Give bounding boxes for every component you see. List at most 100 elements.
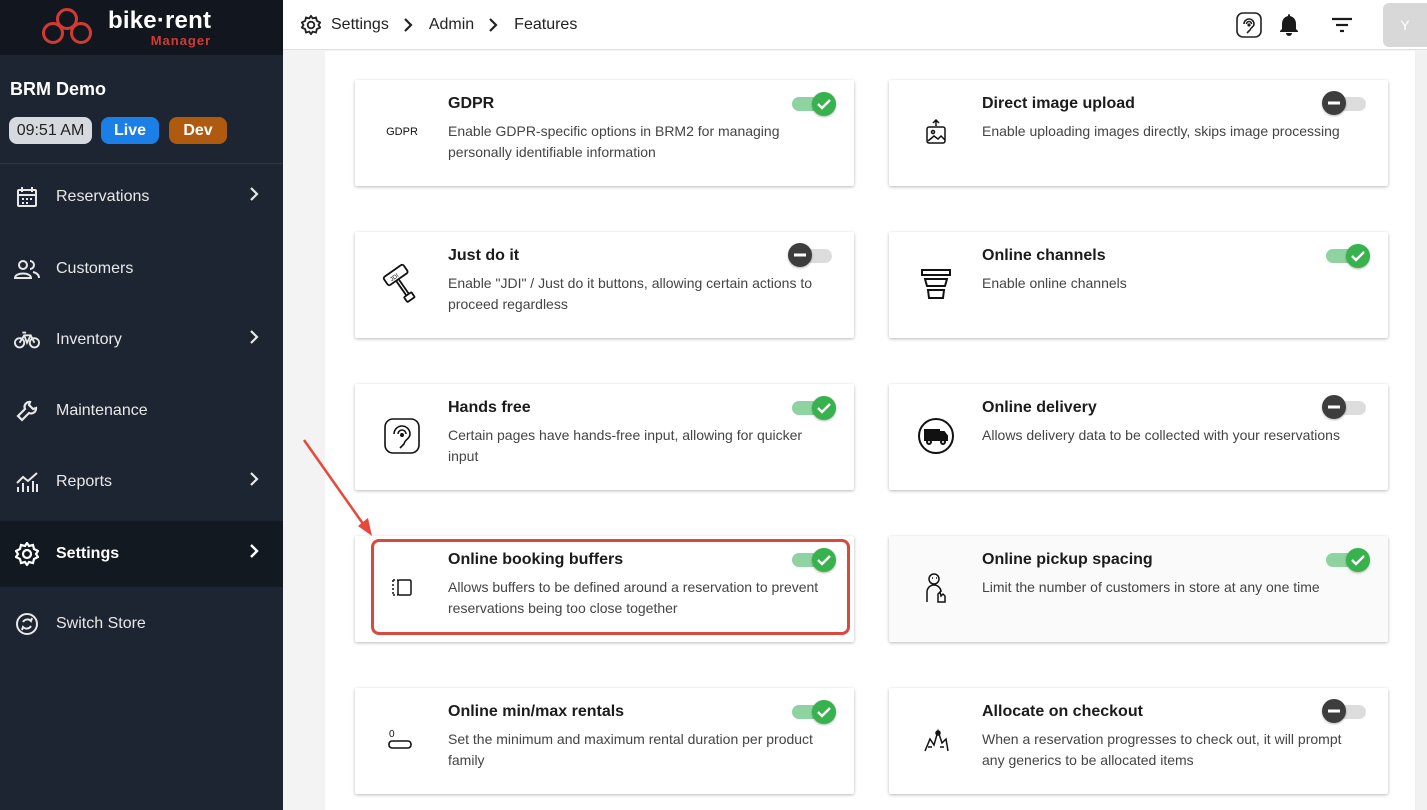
sidebar-item-switch-store[interactable]: Switch Store bbox=[0, 591, 283, 657]
feature-title: Online min/max rentals bbox=[448, 703, 625, 720]
feature-description: Certain pages have hands-free input, all… bbox=[448, 427, 803, 464]
feature-title: Direct image upload bbox=[982, 95, 1135, 112]
feature-description: Enable "JDI" / Just do it buttons, allow… bbox=[448, 275, 813, 312]
feature-card-online-delivery: Online delivery Allows delivery data to … bbox=[889, 384, 1388, 490]
feature-title: GDPR bbox=[448, 95, 495, 112]
sidebar: bike·rent Manager BRM Demo 09:51 AM Live… bbox=[0, 0, 283, 810]
clock-badge: 09:51 AM bbox=[9, 117, 92, 144]
minus-icon bbox=[788, 243, 812, 267]
bell-icon[interactable] bbox=[1279, 13, 1299, 37]
sidebar-item-label: Reports bbox=[56, 473, 113, 490]
minus-icon bbox=[1322, 699, 1346, 723]
calendar-icon bbox=[14, 184, 40, 210]
people-icon bbox=[14, 256, 40, 282]
minus-icon bbox=[1322, 91, 1346, 115]
allocate-icon bbox=[911, 718, 961, 762]
feature-card-direct-image-upload: Direct image upload Enable uploading ima… bbox=[889, 80, 1388, 186]
logo-name: bike·rent bbox=[108, 6, 212, 34]
breadcrumb-features: Features bbox=[514, 15, 578, 33]
feature-description: Enable GDPR-specific options in BRM2 for… bbox=[448, 123, 780, 160]
gear-icon bbox=[301, 14, 321, 35]
sidebar-item-inventory[interactable]: Inventory bbox=[0, 307, 283, 373]
feature-card-online-pickup-spacing: Online pickup spacing Limit the number o… bbox=[889, 536, 1388, 642]
minus-icon bbox=[1322, 395, 1346, 419]
highlight-box bbox=[371, 539, 850, 635]
hands-free-icon bbox=[377, 414, 427, 458]
feature-toggle[interactable] bbox=[788, 243, 834, 267]
image-upload-icon bbox=[911, 110, 961, 154]
check-icon bbox=[1346, 548, 1370, 572]
breadcrumb-admin[interactable]: Admin bbox=[429, 16, 474, 34]
feature-card-hands-free: Hands free Certain pages have hands-free… bbox=[355, 384, 854, 490]
store-name: BRM Demo bbox=[10, 79, 107, 99]
sidebar-item-customers[interactable]: Customers bbox=[0, 236, 283, 302]
chevron-right-icon bbox=[249, 186, 259, 207]
feature-toggle[interactable] bbox=[1322, 395, 1368, 419]
annotation-arrow-icon bbox=[302, 439, 372, 536]
feature-title: Online pickup spacing bbox=[982, 551, 1153, 568]
feature-card-online-min-max-rentals: 0 Online min/max rentals Set the minimum… bbox=[355, 688, 854, 794]
feature-description: Set the minimum and maximum rental durat… bbox=[448, 731, 813, 768]
sidebar-item-label: Customers bbox=[56, 260, 134, 277]
pickup-spacing-icon bbox=[911, 566, 961, 610]
gear-icon bbox=[14, 541, 40, 567]
dev-badge[interactable]: Dev bbox=[169, 117, 227, 144]
chevron-right-icon bbox=[249, 471, 259, 492]
sidebar-item-reservations[interactable]: Reservations bbox=[0, 164, 283, 230]
svg-text:0: 0 bbox=[389, 729, 395, 740]
gdpr-icon: GDPR bbox=[386, 126, 418, 138]
logo[interactable]: bike·rent Manager bbox=[0, 0, 283, 55]
avatar[interactable]: Y bbox=[1383, 3, 1427, 47]
sidebar-item-label: Settings bbox=[56, 545, 120, 562]
min-max-icon: 0 bbox=[377, 718, 427, 762]
breadcrumb-settings[interactable]: Settings bbox=[331, 16, 389, 34]
feature-card-allocate-on-checkout: Allocate on checkout When a reservation … bbox=[889, 688, 1388, 794]
sidebar-item-reports[interactable]: Reports bbox=[0, 449, 283, 515]
sidebar-item-label: Switch Store bbox=[56, 615, 146, 632]
live-badge[interactable]: Live bbox=[101, 117, 159, 144]
chevron-right-icon bbox=[403, 17, 413, 33]
chevron-right-icon bbox=[249, 329, 259, 350]
filter-icon[interactable] bbox=[1331, 17, 1353, 33]
chart-icon bbox=[14, 469, 40, 495]
feature-toggle[interactable] bbox=[1324, 244, 1370, 268]
sidebar-item-label: Reservations bbox=[56, 188, 150, 205]
breadcrumb: Settings Admin Features bbox=[301, 14, 578, 35]
feature-title: Online delivery bbox=[982, 399, 1097, 416]
check-icon bbox=[812, 700, 836, 724]
logo-sub: Manager bbox=[150, 32, 212, 48]
hands-free-button[interactable] bbox=[1236, 12, 1262, 38]
chevron-right-icon bbox=[488, 17, 498, 33]
wrench-icon bbox=[14, 398, 40, 424]
feature-title: Online channels bbox=[982, 247, 1106, 264]
feature-description: When a reservation progresses to check o… bbox=[982, 731, 1342, 768]
top-bar: Settings Admin Features Y bbox=[283, 0, 1427, 50]
sidebar-item-maintenance[interactable]: Maintenance bbox=[0, 378, 283, 444]
scrollbar[interactable] bbox=[1415, 51, 1427, 810]
feature-title: Hands free bbox=[448, 399, 531, 416]
feature-description: Allows delivery data to be collected wit… bbox=[982, 427, 1340, 443]
feature-toggle[interactable] bbox=[790, 700, 836, 724]
feature-description: Limit the number of customers in store a… bbox=[982, 579, 1320, 595]
feature-description: Enable uploading images directly, skips … bbox=[982, 123, 1340, 139]
sidebar-item-label: Maintenance bbox=[56, 402, 148, 419]
feature-card-just-do-it: JDI Just do it Enable "JDI" / Just do it… bbox=[355, 232, 854, 338]
channels-icon bbox=[911, 262, 961, 306]
feature-toggle[interactable] bbox=[1322, 91, 1368, 115]
delivery-truck-icon bbox=[911, 414, 961, 458]
check-icon bbox=[812, 396, 836, 420]
switch-icon bbox=[14, 611, 40, 637]
sidebar-item-label: Inventory bbox=[56, 331, 122, 348]
sidebar-item-settings[interactable]: Settings bbox=[0, 521, 283, 587]
chevron-right-icon bbox=[249, 543, 259, 564]
feature-title: Allocate on checkout bbox=[982, 703, 1143, 720]
bike-icon bbox=[14, 327, 40, 353]
feature-toggle[interactable] bbox=[790, 92, 836, 116]
feature-toggle[interactable] bbox=[790, 396, 836, 420]
feature-card-gdpr: GDPR GDPR Enable GDPR-specific options i… bbox=[355, 80, 854, 186]
svg-text:JDI: JDI bbox=[389, 273, 400, 283]
logo-rings-icon bbox=[42, 6, 96, 50]
check-icon bbox=[812, 92, 836, 116]
feature-toggle[interactable] bbox=[1322, 699, 1368, 723]
feature-toggle[interactable] bbox=[1324, 548, 1370, 572]
